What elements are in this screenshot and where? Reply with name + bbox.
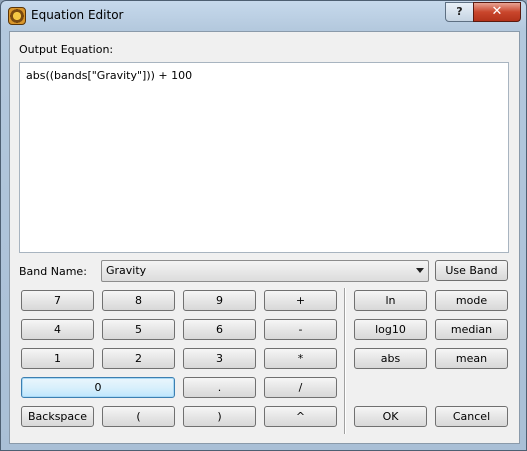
close-button[interactable]: ✕ bbox=[473, 2, 521, 22]
log10-button[interactable]: log10 bbox=[354, 319, 427, 340]
left-paren-button[interactable]: ( bbox=[102, 406, 175, 427]
window-title: Equation Editor bbox=[31, 8, 124, 22]
key-2-button[interactable]: 2 bbox=[102, 348, 175, 369]
output-equation-field[interactable]: abs((bands["Gravity"])) + 100 bbox=[19, 62, 509, 253]
app-icon bbox=[8, 7, 26, 25]
median-button[interactable]: median bbox=[435, 319, 508, 340]
chevron-down-icon bbox=[416, 268, 424, 273]
ln-button[interactable]: ln bbox=[354, 290, 427, 311]
minus-button[interactable]: - bbox=[264, 319, 337, 340]
output-equation-text: abs((bands["Gravity"])) + 100 bbox=[26, 69, 193, 82]
plus-button[interactable]: + bbox=[264, 290, 337, 311]
key-8-button[interactable]: 8 bbox=[102, 290, 175, 311]
ok-button[interactable]: OK bbox=[354, 406, 427, 427]
use-band-button[interactable]: Use Band bbox=[435, 260, 508, 281]
close-icon: ✕ bbox=[491, 4, 503, 19]
power-button[interactable]: ^ bbox=[264, 406, 337, 427]
key-7-button[interactable]: 7 bbox=[21, 290, 94, 311]
backspace-button[interactable]: Backspace bbox=[21, 406, 94, 427]
cancel-button[interactable]: Cancel bbox=[435, 406, 508, 427]
key-1-button[interactable]: 1 bbox=[21, 348, 94, 369]
band-name-value: Gravity bbox=[106, 264, 147, 277]
abs-button[interactable]: abs bbox=[354, 348, 427, 369]
mode-button[interactable]: mode bbox=[435, 290, 508, 311]
key-0-button[interactable]: 0 bbox=[21, 377, 175, 398]
divide-button[interactable]: / bbox=[264, 377, 337, 398]
band-name-label: Band Name: bbox=[19, 265, 87, 278]
decimal-point-button[interactable]: . bbox=[183, 377, 256, 398]
right-paren-button[interactable]: ) bbox=[183, 406, 256, 427]
key-4-button[interactable]: 4 bbox=[21, 319, 94, 340]
keypad-divider bbox=[344, 288, 346, 434]
multiply-button[interactable]: * bbox=[264, 348, 337, 369]
key-6-button[interactable]: 6 bbox=[183, 319, 256, 340]
key-3-button[interactable]: 3 bbox=[183, 348, 256, 369]
mean-button[interactable]: mean bbox=[435, 348, 508, 369]
title-bar[interactable]: Equation Editor ? ✕ bbox=[1, 1, 526, 31]
output-equation-label: Output Equation: bbox=[19, 43, 114, 56]
dialog-body: Output Equation: abs((bands["Gravity"]))… bbox=[9, 31, 520, 444]
key-5-button[interactable]: 5 bbox=[102, 319, 175, 340]
band-name-dropdown[interactable]: Gravity bbox=[101, 260, 429, 282]
equation-editor-window: Equation Editor ? ✕ Output Equation: abs… bbox=[0, 0, 527, 451]
key-9-button[interactable]: 9 bbox=[183, 290, 256, 311]
help-button[interactable]: ? bbox=[445, 2, 474, 22]
